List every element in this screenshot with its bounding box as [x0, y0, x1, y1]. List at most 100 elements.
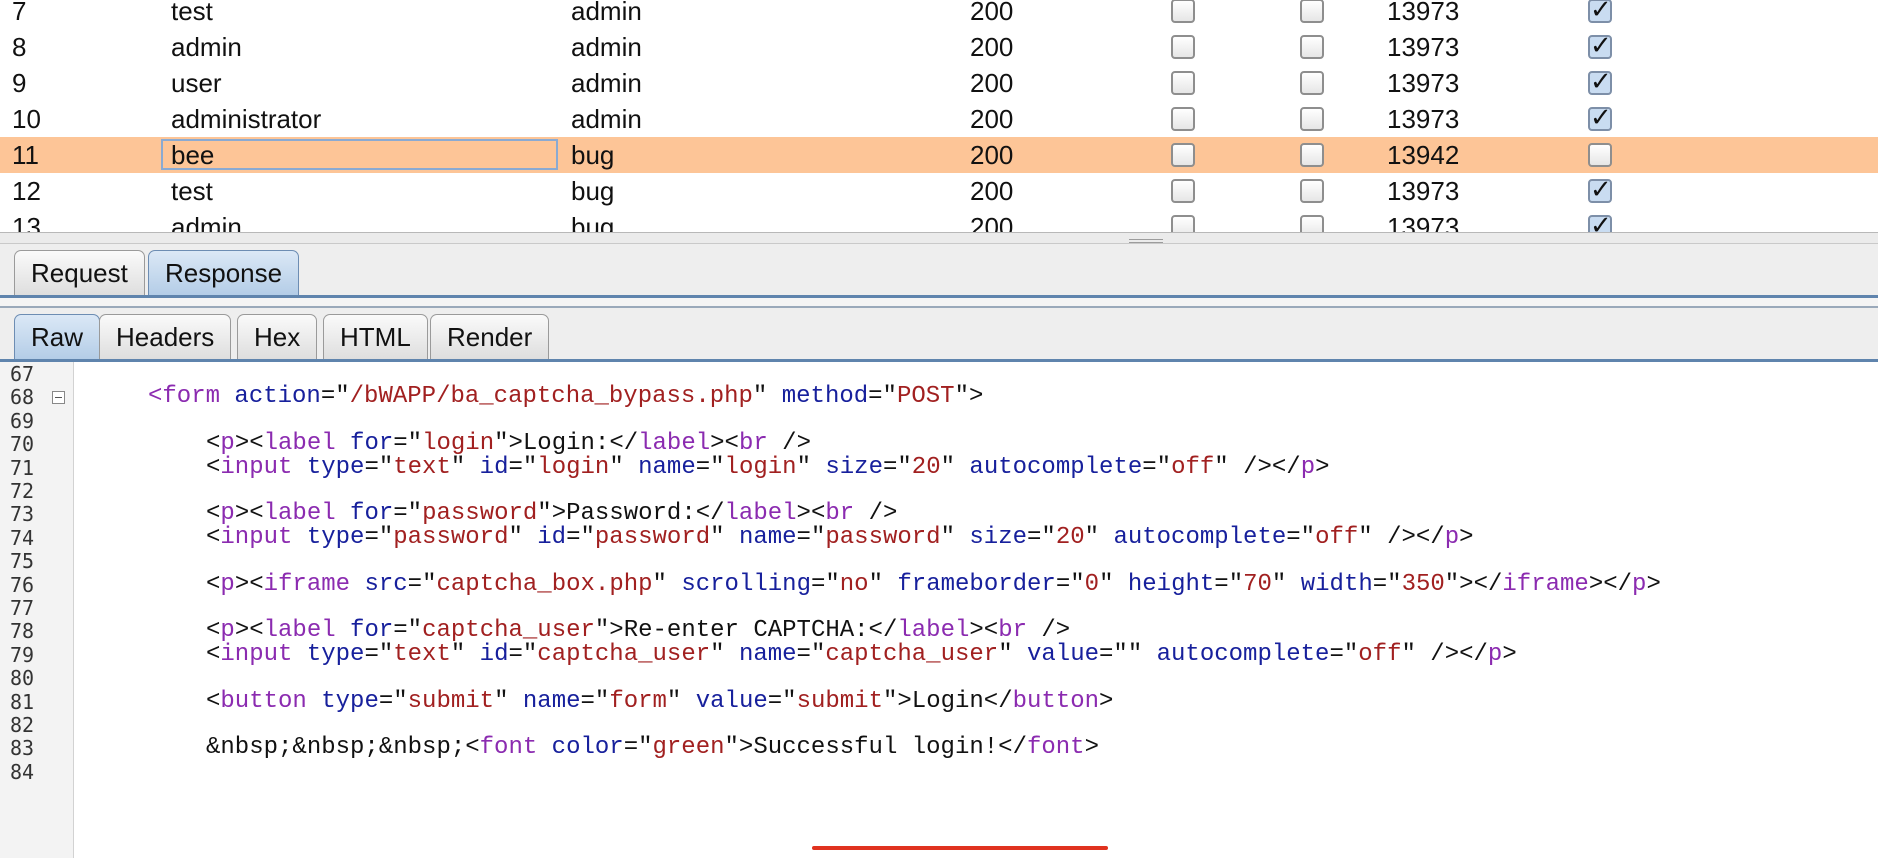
- row-length: 13942: [1387, 140, 1460, 170]
- match-checkbox[interactable]: [1588, 211, 1612, 232]
- code-token: label: [263, 500, 351, 527]
- response-code-view[interactable]: 67 68 <form action="/bWAPP/ba_captcha_bypa…: [0, 362, 1878, 858]
- code-token: <: [206, 500, 221, 527]
- code-token: ><: [234, 500, 264, 527]
- code-token: captcha_user: [422, 617, 595, 644]
- code-token: br: [998, 617, 1042, 644]
- code-token: for: [350, 617, 394, 644]
- cell-focus-outline: [161, 139, 558, 170]
- error-checkbox[interactable]: [1171, 215, 1195, 232]
- table-row[interactable]: 10 administrator admin 200 13973: [0, 101, 1878, 137]
- row-length: 13973: [1387, 68, 1460, 98]
- code-token: &nbsp;&nbsp;&nbsp;<: [206, 734, 480, 761]
- match-checkbox[interactable]: [1588, 67, 1612, 97]
- table-row[interactable]: 8 admin admin 200 13973: [0, 29, 1878, 65]
- error-checkbox[interactable]: [1171, 71, 1195, 95]
- results-table: 7 test admin 200 13973 8 admin admin 200 13973 9 us…: [0, 0, 1878, 232]
- tab-html[interactable]: HTML: [323, 314, 428, 359]
- line-number: 84: [10, 760, 35, 784]
- tab-response[interactable]: Response: [148, 250, 300, 295]
- code-token: font: [479, 734, 552, 761]
- code-token: br: [825, 500, 869, 527]
- row-length: 13973: [1387, 176, 1460, 206]
- code-token: ": [752, 383, 782, 410]
- error-checkbox[interactable]: [1171, 107, 1195, 131]
- row-index: 11: [12, 140, 39, 170]
- table-row[interactable]: 7 test admin 200 13973: [0, 0, 1878, 29]
- match-checkbox[interactable]: [1588, 0, 1612, 25]
- table-row[interactable]: 13 admin bug 200 13973: [0, 209, 1878, 232]
- code-token: label: [638, 430, 711, 457]
- code-token: font: [1026, 734, 1085, 761]
- fold-toggle-icon[interactable]: [52, 391, 65, 404]
- timeout-checkbox[interactable]: [1300, 107, 1324, 131]
- error-checkbox[interactable]: [1171, 143, 1195, 167]
- error-checkbox[interactable]: [1171, 35, 1195, 59]
- code-token: ">Re-enter CAPTCHA:</: [594, 617, 898, 644]
- row-index: 9: [12, 68, 27, 98]
- code-token: color: [551, 734, 624, 761]
- timeout-checkbox[interactable]: [1300, 179, 1324, 203]
- code-token: label: [263, 430, 351, 457]
- row-index: 7: [12, 0, 27, 26]
- code-token: password: [422, 500, 538, 527]
- code-token: ">Password:</: [537, 500, 725, 527]
- tab-request[interactable]: Request: [14, 250, 145, 295]
- pane-splitter[interactable]: [0, 232, 1878, 244]
- code-token: ><: [710, 430, 739, 457]
- code-token: form: [162, 383, 235, 410]
- success-underline: [812, 846, 1108, 850]
- tab-hex[interactable]: Hex: [237, 314, 318, 359]
- code-token: p: [220, 500, 235, 527]
- code-token: br: [738, 430, 783, 457]
- timeout-checkbox[interactable]: [1300, 71, 1324, 95]
- timeout-checkbox[interactable]: [1300, 143, 1324, 167]
- row-username: user: [171, 68, 222, 98]
- error-checkbox[interactable]: [1171, 0, 1195, 23]
- code-token: ">: [954, 383, 984, 410]
- code-token: ">Login:</: [494, 430, 639, 457]
- code-token: <: [206, 617, 221, 644]
- code-token: =": [623, 734, 653, 761]
- code-token: ><: [234, 430, 264, 457]
- code-line: 84: [0, 758, 1878, 786]
- row-index: 10: [12, 104, 41, 134]
- code-token: >: [1084, 734, 1099, 761]
- table-row[interactable]: 9 user admin 200 13973: [0, 65, 1878, 101]
- row-password: admin: [571, 68, 642, 98]
- timeout-checkbox[interactable]: [1300, 215, 1324, 232]
- tab-headers[interactable]: Headers: [99, 314, 232, 359]
- splitter-grip-icon[interactable]: [1129, 239, 1163, 243]
- code-token: =": [320, 383, 350, 410]
- code-token: label: [724, 500, 797, 527]
- code-token: label: [897, 617, 970, 644]
- table-row[interactable]: 11 bee bug 200 13942: [0, 137, 1878, 173]
- tab-raw[interactable]: Raw: [14, 314, 101, 359]
- tab-render[interactable]: Render: [430, 314, 550, 359]
- row-username: administrator: [171, 104, 322, 134]
- tab-gap: [0, 298, 1878, 306]
- code-token: <: [206, 430, 221, 457]
- match-checkbox[interactable]: [1588, 103, 1612, 133]
- row-password: bug: [571, 212, 615, 232]
- match-checkbox[interactable]: [1588, 31, 1612, 61]
- error-checkbox[interactable]: [1171, 179, 1195, 203]
- row-status: 200: [970, 0, 1014, 26]
- match-checkbox[interactable]: [1588, 175, 1612, 205]
- row-password: admin: [571, 0, 642, 26]
- row-index: 12: [12, 176, 41, 206]
- code-token: =": [868, 383, 897, 410]
- table-row[interactable]: 12 test bug 200 13973: [0, 173, 1878, 209]
- code-token: ><: [969, 617, 999, 644]
- row-username: admin: [171, 212, 242, 232]
- timeout-checkbox[interactable]: [1300, 0, 1324, 23]
- code-token: p: [220, 430, 235, 457]
- match-checkbox[interactable]: [1588, 143, 1612, 167]
- code-token: =": [393, 430, 423, 457]
- row-password: admin: [571, 32, 642, 62]
- code-token: green: [652, 734, 725, 761]
- timeout-checkbox[interactable]: [1300, 35, 1324, 59]
- row-username: test: [171, 176, 213, 206]
- code-token: method: [781, 383, 869, 410]
- code-token: =": [393, 500, 423, 527]
